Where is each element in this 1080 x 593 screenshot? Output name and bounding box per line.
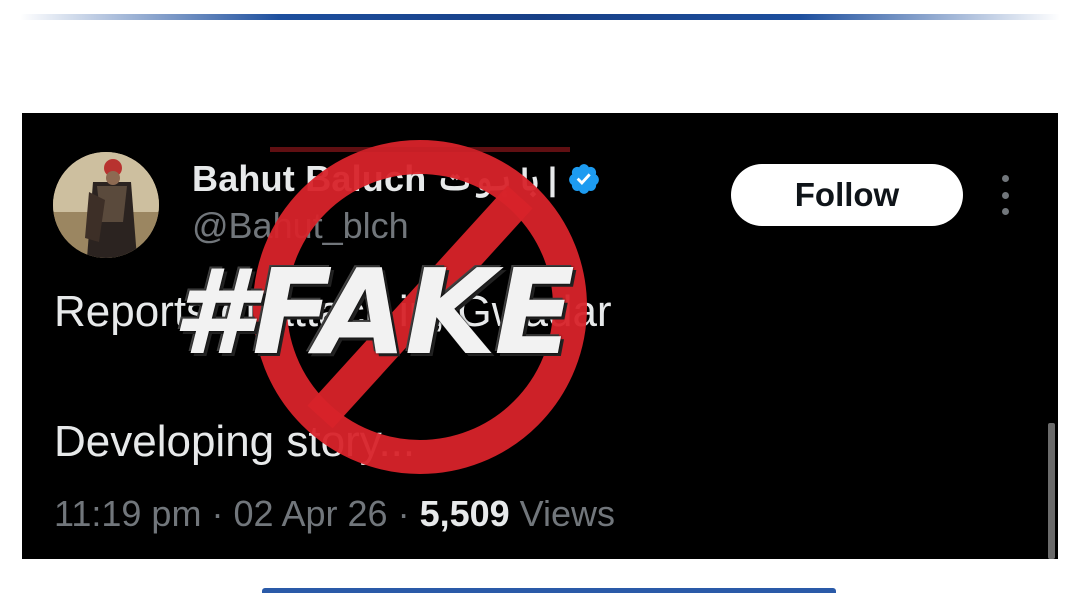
bottom-divider bbox=[262, 588, 836, 593]
more-options-icon[interactable] bbox=[994, 175, 1016, 215]
tweet-card: Bahut Baluch | با ہوت @Bahut_blch Follow… bbox=[22, 113, 1058, 559]
follow-button[interactable]: Follow bbox=[731, 164, 963, 226]
scrollbar[interactable] bbox=[1048, 423, 1055, 559]
fake-stamp-text: #FAKE bbox=[172, 243, 575, 381]
avatar-photo bbox=[53, 152, 159, 258]
top-divider bbox=[20, 14, 1060, 20]
avatar[interactable] bbox=[53, 152, 159, 258]
